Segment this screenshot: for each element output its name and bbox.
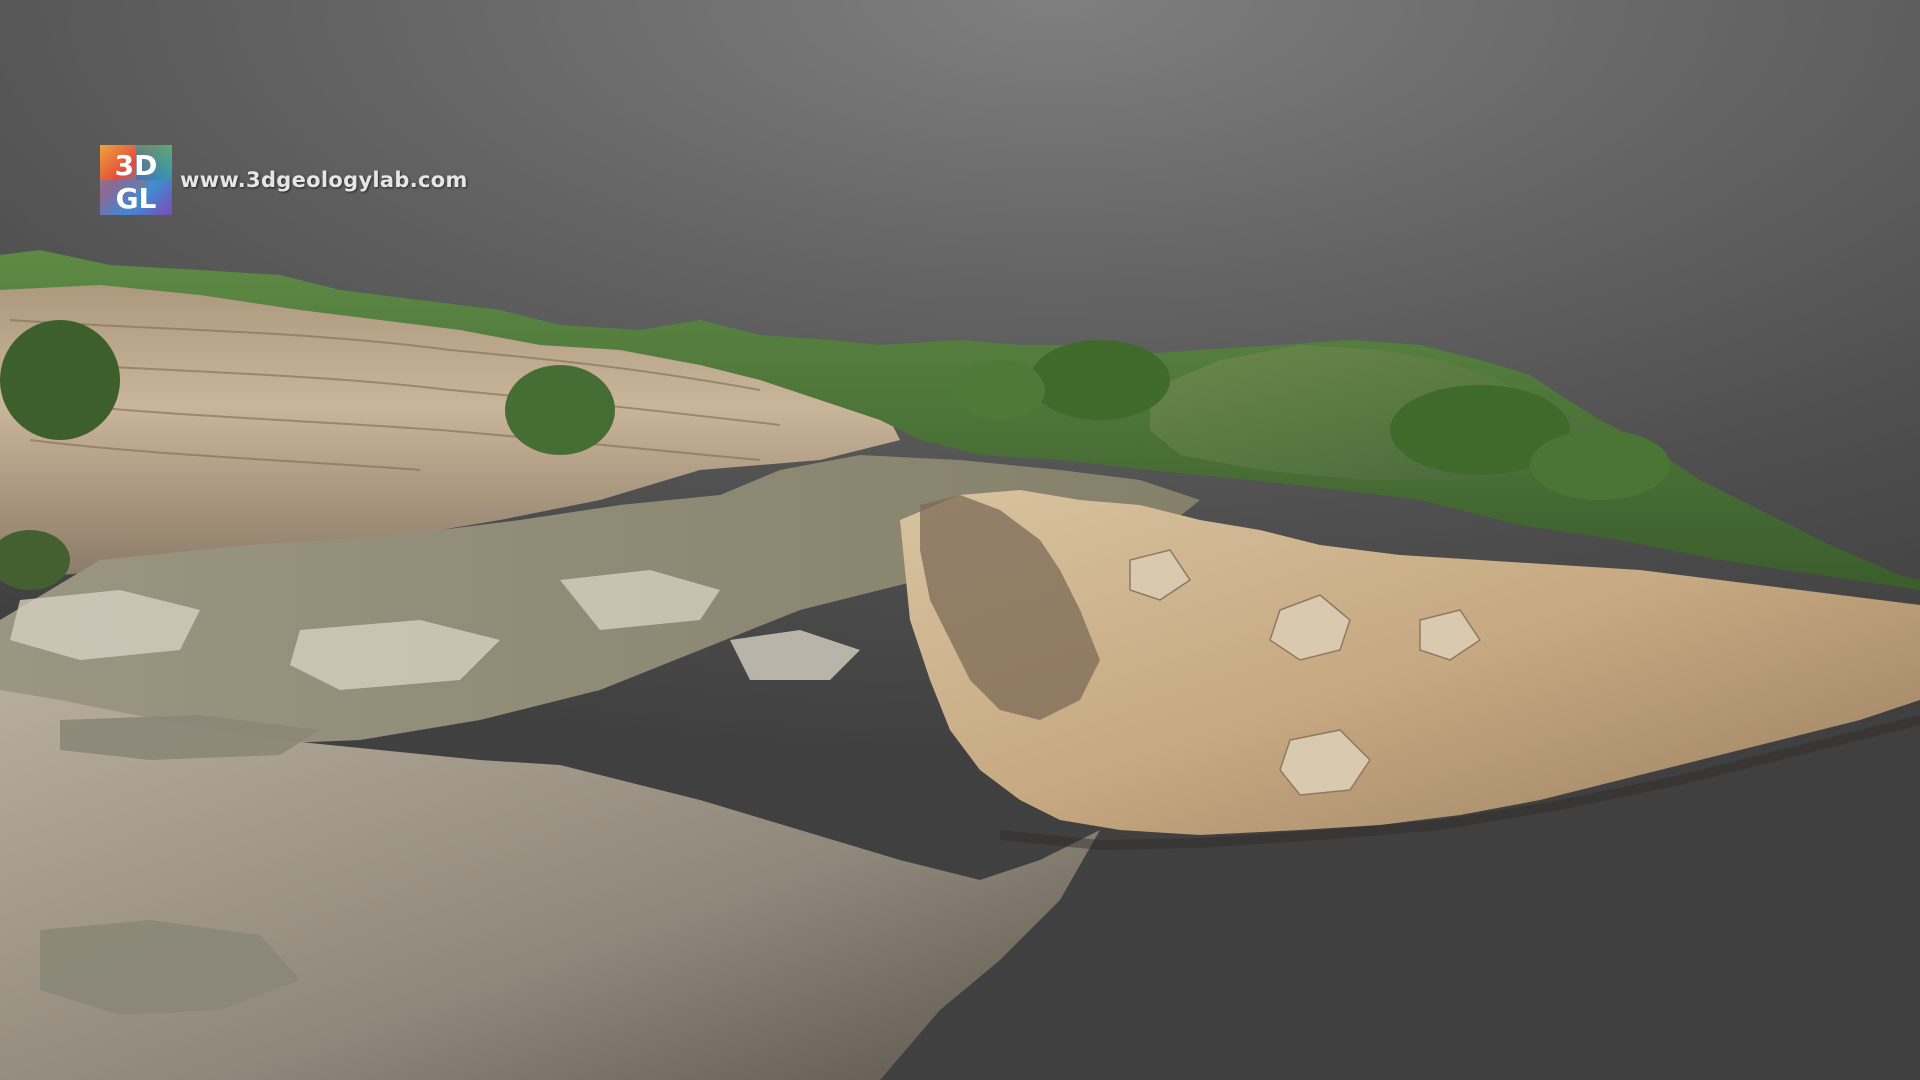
3d-viewer-canvas[interactable]: 3D GL www.3dgeologylab.com — [0, 0, 1920, 1080]
logo-top-text: 3D — [115, 149, 158, 182]
logo-bottom-text: GL — [116, 182, 157, 215]
watermark: 3D GL www.3dgeologylab.com — [100, 145, 468, 215]
site-url: www.3dgeologylab.com — [180, 168, 468, 192]
3dgl-logo-icon: 3D GL — [100, 145, 172, 215]
